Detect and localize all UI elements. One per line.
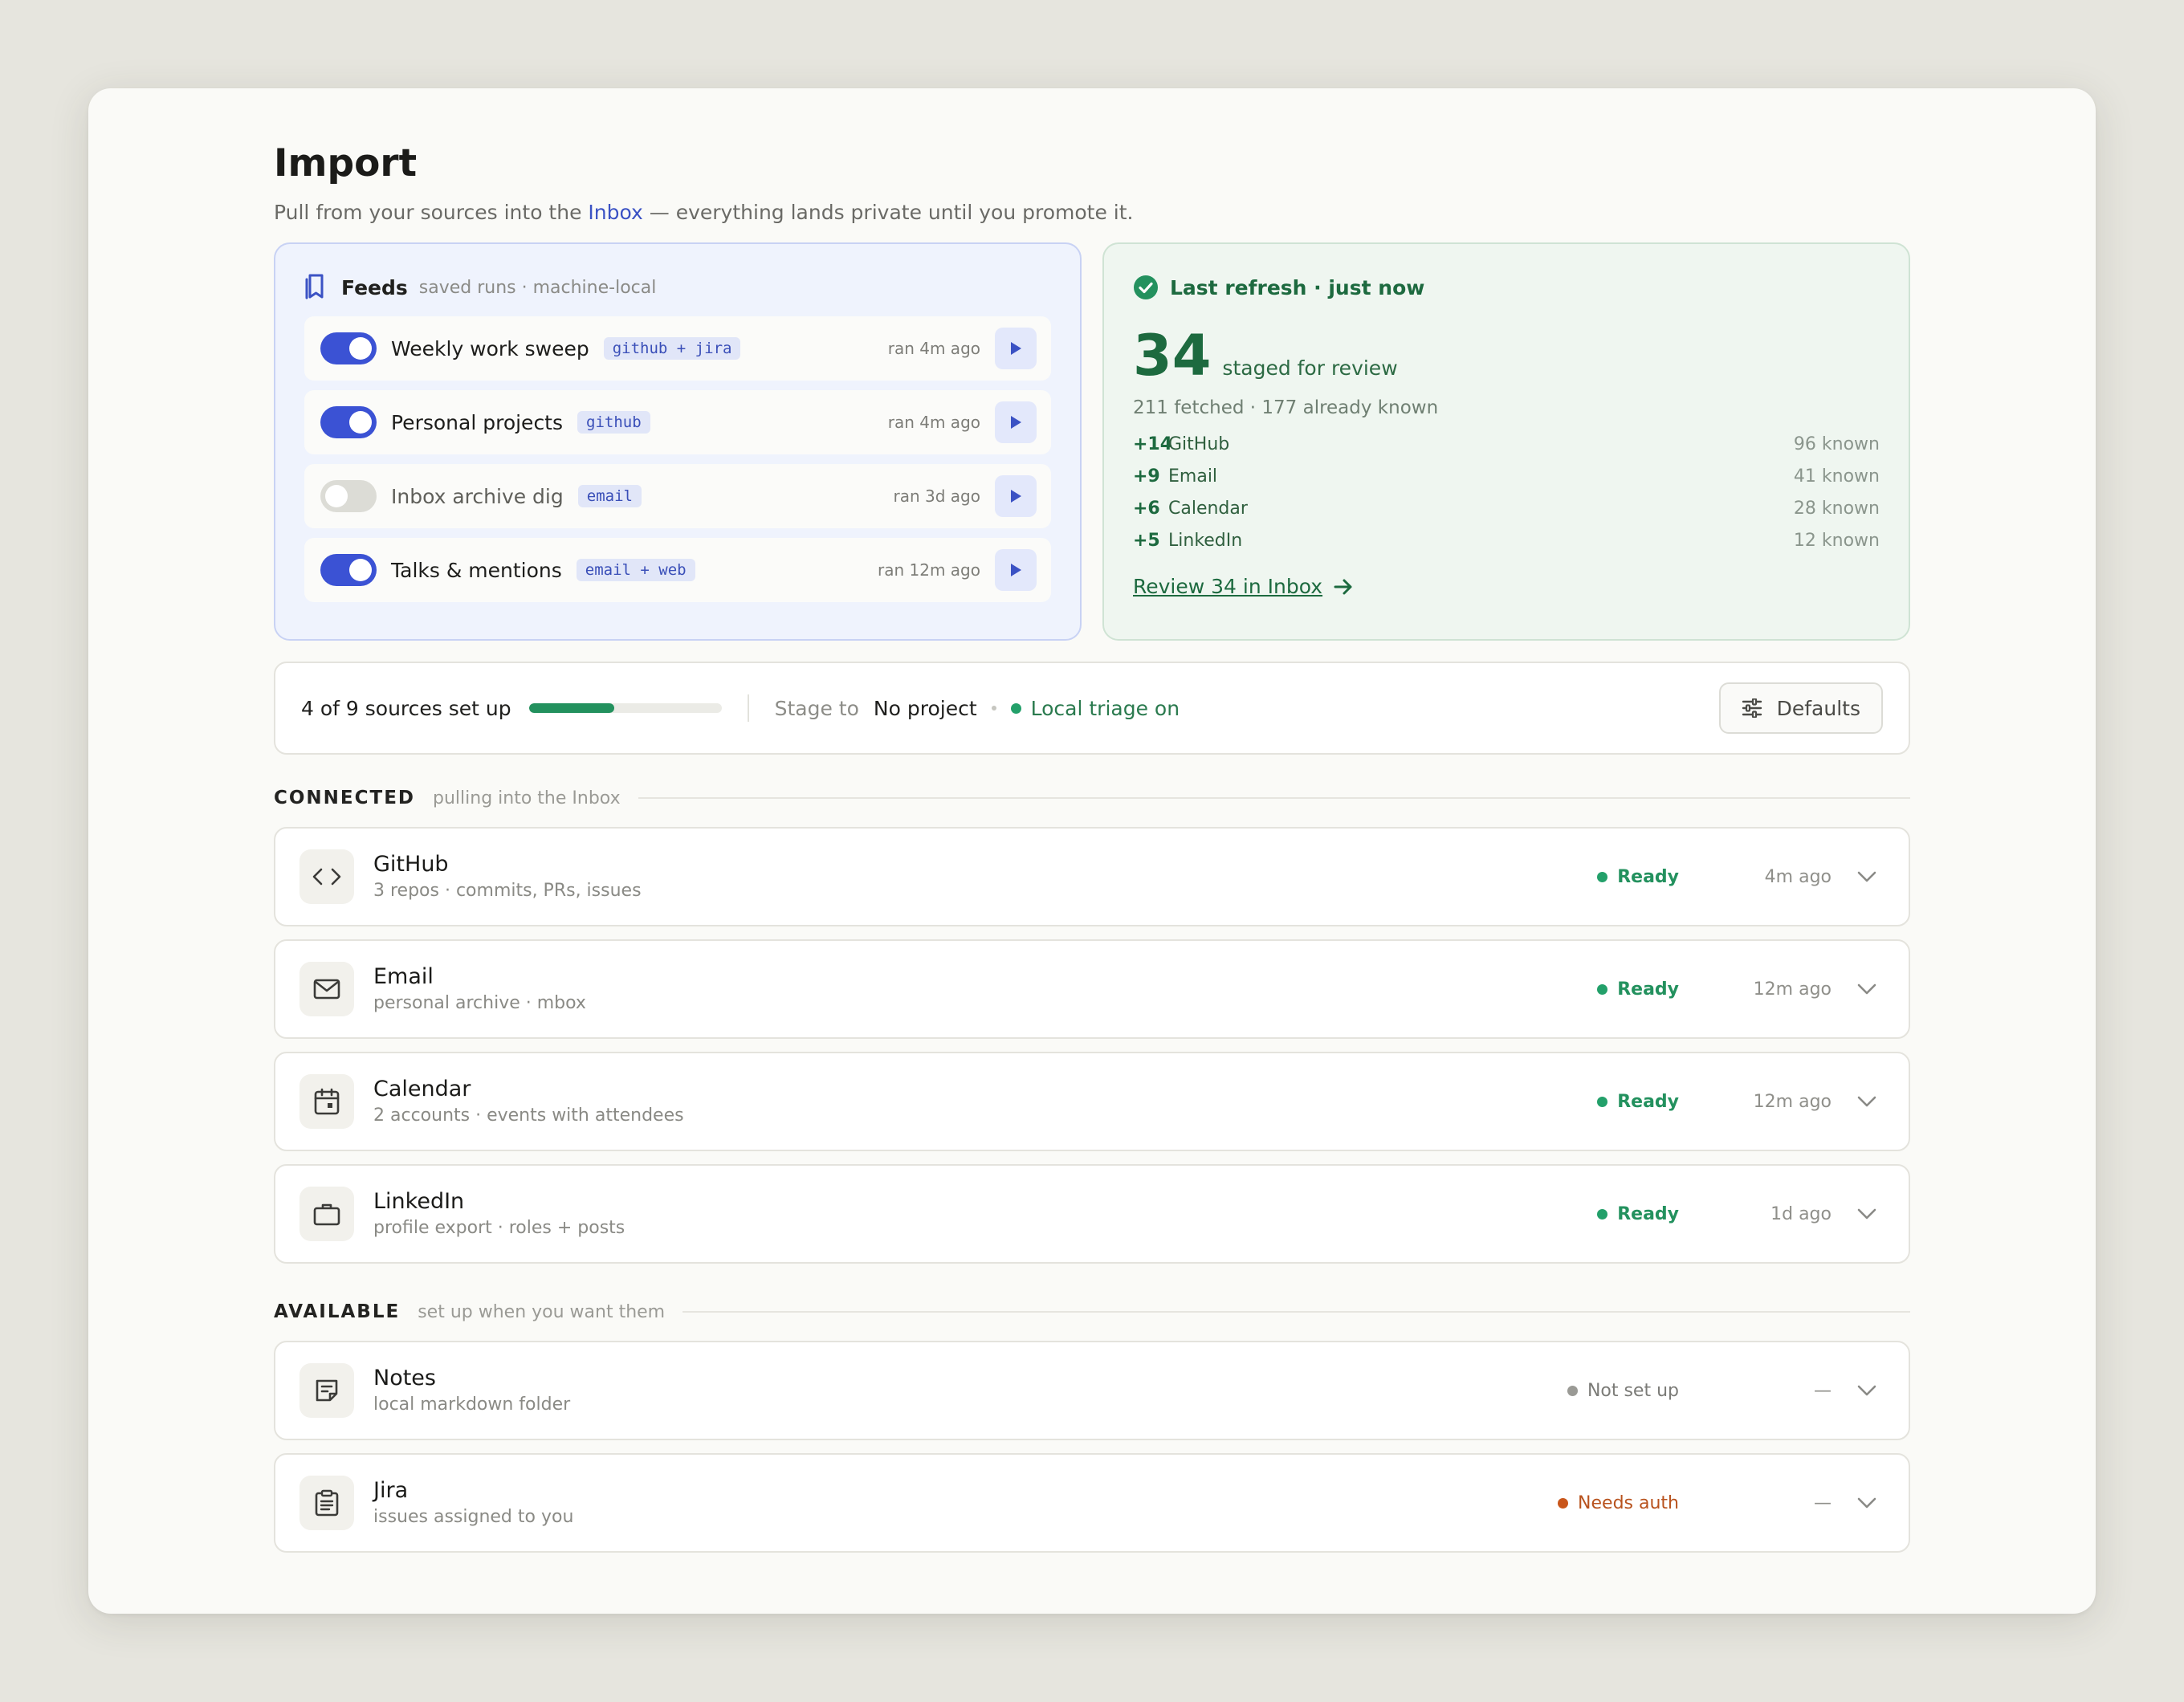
feed-toggle[interactable]	[320, 406, 377, 438]
page-subtitle: Pull from your sources into the Inbox — …	[274, 201, 1134, 224]
setup-progress-bar	[528, 703, 722, 713]
note-icon	[299, 1363, 354, 1418]
import-content: Import Pull from your sources into the I…	[274, 136, 1910, 1553]
chevron-down-icon[interactable]	[1857, 1096, 1876, 1107]
code-icon	[299, 849, 354, 904]
connected-section-header: CONNECTED pulling into the Inbox	[274, 782, 1910, 814]
feed-ran-time: ran 4m ago	[887, 339, 980, 358]
status-badge: Ready	[1597, 1204, 1679, 1224]
local-triage-status: Local triage on	[1030, 696, 1180, 720]
run-feed-button[interactable]	[995, 328, 1037, 369]
last-sync-time: 12m ago	[1753, 1091, 1832, 1112]
feed-tag: email + web	[576, 559, 695, 581]
arrow-right-icon	[1334, 579, 1352, 594]
chevron-down-icon[interactable]	[1857, 1385, 1876, 1396]
refresh-source-row: +6 Calendar 28 known	[1133, 499, 1880, 519]
source-card-jira[interactable]: Jira issues assigned to you Needs auth —	[274, 1453, 1910, 1553]
bookmark-icon	[304, 274, 328, 301]
status-badge: Needs auth	[1558, 1493, 1679, 1513]
stage-to-label: Stage to	[774, 696, 859, 720]
feeds-meta: saved runs · machine-local	[418, 277, 657, 298]
chevron-down-icon[interactable]	[1857, 1208, 1876, 1219]
chevron-down-icon[interactable]	[1857, 983, 1876, 995]
status-badge: Ready	[1597, 867, 1679, 887]
calendar-icon	[299, 1074, 354, 1129]
setup-status-bar: 4 of 9 sources set up Stage to No projec…	[274, 662, 1910, 755]
staged-count: 34	[1133, 323, 1212, 389]
status-badge: Not set up	[1567, 1381, 1679, 1401]
run-feed-button[interactable]	[995, 549, 1037, 591]
check-circle-icon	[1133, 275, 1159, 300]
source-card-calendar[interactable]: Calendar 2 accounts · events with attend…	[274, 1052, 1910, 1151]
mail-icon	[299, 962, 354, 1016]
briefcase-icon	[299, 1187, 354, 1241]
play-icon	[1011, 490, 1021, 503]
last-sync-time: 4m ago	[1764, 866, 1832, 887]
feed-row: Personal projects github ran 4m ago	[304, 390, 1051, 454]
feed-row: Inbox archive dig email ran 3d ago	[304, 464, 1051, 528]
review-inbox-link[interactable]: Review 34 in Inbox	[1133, 575, 1880, 598]
feed-row: Talks & mentions email + web ran 12m ago	[304, 538, 1051, 602]
page-title: Import	[274, 141, 418, 185]
status-badge: Ready	[1597, 979, 1679, 1000]
refresh-source-row: +5 LinkedIn 12 known	[1133, 531, 1880, 551]
stage-project-select[interactable]: No project	[874, 697, 977, 720]
feed-name: Personal projects	[391, 410, 564, 434]
feed-toggle[interactable]	[320, 554, 377, 586]
feed-toggle[interactable]	[320, 332, 377, 364]
staged-label: staged for review	[1222, 356, 1398, 380]
feed-ran-time: ran 4m ago	[887, 413, 980, 432]
feed-row: Weekly work sweep github + jira ran 4m a…	[304, 316, 1051, 381]
feed-ran-time: ran 3d ago	[893, 487, 980, 506]
sources-setup-text: 4 of 9 sources set up	[301, 696, 511, 720]
last-sync-time: —	[1814, 1492, 1832, 1513]
feed-name: Talks & mentions	[391, 558, 562, 582]
last-refresh-card: Last refresh · just now 34 staged for re…	[1102, 242, 1910, 641]
refresh-source-row: +9 Email 41 known	[1133, 466, 1880, 487]
refresh-source-row: +14 GitHub 96 known	[1133, 434, 1880, 454]
available-section-header: AVAILABLE set up when you want them	[274, 1296, 1910, 1328]
feed-tag: email	[577, 485, 642, 507]
feed-tag: github + jira	[603, 337, 741, 360]
feed-toggle[interactable]	[320, 480, 377, 512]
feeds-card: Feeds saved runs · machine-local Weekly …	[274, 242, 1082, 641]
source-card-notes[interactable]: Notes local markdown folder Not set up —	[274, 1341, 1910, 1440]
play-icon	[1011, 342, 1021, 355]
last-sync-time: —	[1814, 1380, 1832, 1401]
triage-status-dot	[1010, 702, 1021, 714]
play-icon	[1011, 416, 1021, 429]
fetched-summary: 211 fetched · 177 already known	[1133, 397, 1439, 418]
chevron-down-icon[interactable]	[1857, 1497, 1876, 1509]
feeds-title: Feeds	[341, 275, 408, 299]
feed-ran-time: ran 12m ago	[878, 560, 980, 580]
source-card-github[interactable]: GitHub 3 repos · commits, PRs, issues Re…	[274, 827, 1910, 926]
last-sync-time: 1d ago	[1770, 1203, 1832, 1224]
inbox-link[interactable]: Inbox	[588, 201, 642, 224]
import-window: Import Pull from your sources into the I…	[88, 88, 2096, 1614]
play-icon	[1011, 564, 1021, 576]
source-card-email[interactable]: Email personal archive · mbox Ready 12m …	[274, 939, 1910, 1039]
run-feed-button[interactable]	[995, 475, 1037, 517]
feed-tag: github	[577, 411, 650, 434]
setup-progress-fill	[528, 703, 615, 713]
feed-name: Inbox archive dig	[391, 484, 564, 508]
feed-name: Weekly work sweep	[391, 336, 589, 360]
refresh-title: Last refresh · just now	[1170, 275, 1425, 299]
chevron-down-icon[interactable]	[1857, 871, 1876, 882]
run-feed-button[interactable]	[995, 401, 1037, 443]
status-badge: Ready	[1597, 1092, 1679, 1112]
defaults-button[interactable]: Defaults	[1718, 682, 1883, 734]
last-sync-time: 12m ago	[1753, 979, 1832, 1000]
clipboard-icon	[299, 1476, 354, 1530]
source-card-linkedin[interactable]: LinkedIn profile export · roles + posts …	[274, 1164, 1910, 1264]
sliders-icon	[1742, 698, 1762, 718]
